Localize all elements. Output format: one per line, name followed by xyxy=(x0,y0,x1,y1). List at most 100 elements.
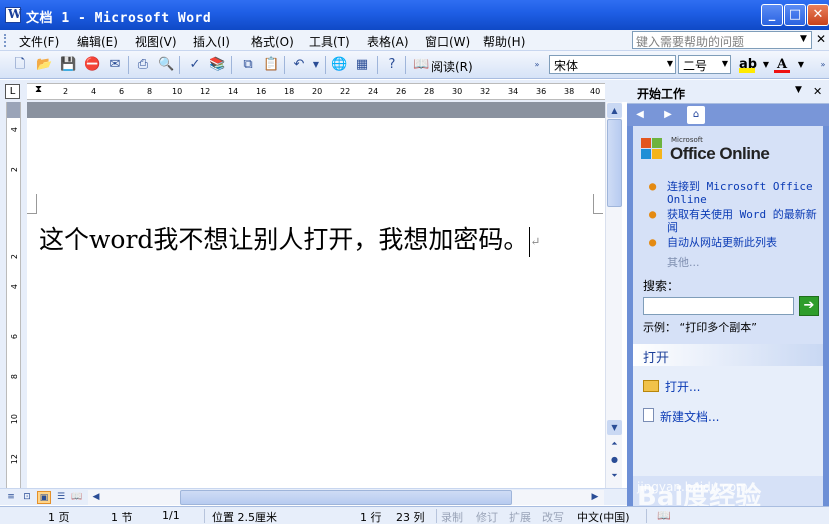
font-size-select[interactable]: 二号 ▼ xyxy=(678,55,731,74)
horizontal-ruler[interactable]: ⧗ 2 4 6 8 10 12 14 16 18 20 22 24 26 28 … xyxy=(27,83,605,100)
link-connect-office-online[interactable]: ● 连接到 Microsoft Office Online xyxy=(643,179,821,207)
outline-view-icon[interactable]: ☰ xyxy=(54,491,68,504)
reading-view-icon[interactable]: 📖 xyxy=(70,491,84,504)
bullet-icon: ● xyxy=(649,235,657,249)
logo-microsoft-text: Microsoft xyxy=(671,136,703,144)
vertical-scroll-thumb[interactable] xyxy=(607,119,622,207)
word-app-icon[interactable] xyxy=(5,7,21,23)
document-close-icon[interactable]: ✕ xyxy=(816,32,826,46)
toolbar-options-icon[interactable]: » xyxy=(529,57,545,73)
back-icon[interactable]: ◀ xyxy=(631,106,649,124)
document-page[interactable]: 这个word我不想让别人打开，我想加密码。 ↵ xyxy=(27,102,605,488)
task-pane: 开始工作 ▼ ✕ ◀ ▶ ⌂ Microsoft Office Online ●… xyxy=(627,80,829,512)
bullet-icon: ● xyxy=(649,179,657,193)
hyperlink-icon[interactable]: 🌐 xyxy=(331,57,347,73)
maximize-button[interactable]: □ xyxy=(784,4,806,26)
status-track-changes[interactable]: 修订 xyxy=(476,509,498,524)
link-text: 获取有关使用 Word 的最新新闻 xyxy=(667,208,817,234)
open-folder-icon[interactable]: 📂 xyxy=(36,57,52,73)
research-icon[interactable]: 📚 xyxy=(209,57,225,73)
print-layout-view-icon[interactable]: ▣ xyxy=(37,491,51,504)
copy-icon[interactable]: ⧉ xyxy=(240,57,256,73)
print-icon[interactable]: ⎙ xyxy=(135,57,151,73)
task-pane-title: 开始工作 xyxy=(637,87,686,101)
normal-view-icon[interactable]: ≡ xyxy=(4,491,18,504)
menu-help[interactable]: 帮助(H) xyxy=(483,33,525,50)
save-icon[interactable]: 💾 xyxy=(60,57,76,73)
minimize-button[interactable]: _ xyxy=(761,4,783,26)
ruler-tick: 14 xyxy=(228,87,239,96)
ruler-tick: 40 xyxy=(590,87,601,96)
scroll-up-icon[interactable]: ▲ xyxy=(607,103,622,118)
tab-selector[interactable]: L xyxy=(5,84,20,99)
toolbar-options-icon[interactable]: » xyxy=(815,57,829,73)
document-text[interactable]: 这个word我不想让别人打开，我想加密码。 ↵ xyxy=(39,220,540,257)
indent-marker-icon[interactable]: ⧗ xyxy=(35,84,42,95)
next-page-icon[interactable]: ⏷ xyxy=(607,468,622,483)
menu-window[interactable]: 窗口(W) xyxy=(425,33,470,50)
task-pane-close-icon[interactable]: ✕ xyxy=(813,85,822,98)
highlight-icon[interactable]: ab xyxy=(739,57,757,73)
ruler-tick: 10 xyxy=(10,414,19,425)
search-go-button[interactable]: ➔ xyxy=(799,296,819,316)
read-mode-button[interactable]: 阅读(R) xyxy=(431,58,473,75)
email-icon[interactable]: ✉ xyxy=(107,57,123,73)
menu-view[interactable]: 视图(V) xyxy=(135,33,177,50)
more-link[interactable]: 其他... xyxy=(667,254,700,270)
print-preview-icon[interactable]: 🔍 xyxy=(158,57,174,73)
status-record[interactable]: 录制 xyxy=(441,509,463,524)
scroll-left-icon[interactable]: ◀ xyxy=(89,491,103,504)
help-icon[interactable]: ? xyxy=(384,57,400,73)
help-question-input[interactable]: 键入需要帮助的问题 xyxy=(632,31,812,49)
open-file-link[interactable]: 打开... xyxy=(643,378,700,395)
undo-dropdown-icon[interactable]: ▼ xyxy=(308,57,324,73)
ruler-tick: 2 xyxy=(63,87,69,96)
vertical-ruler[interactable]: 4 2 2 4 6 8 10 12 xyxy=(6,102,21,488)
select-browse-object-icon[interactable]: ● xyxy=(607,452,622,467)
ruler-tick: 22 xyxy=(340,87,351,96)
help-dropdown-icon[interactable]: ▼ xyxy=(800,34,807,44)
undo-icon[interactable]: ↶ xyxy=(291,57,307,73)
permission-icon[interactable]: ⛔ xyxy=(84,57,100,73)
toolbar-separator xyxy=(405,56,406,74)
status-overtype[interactable]: 改写 xyxy=(542,509,564,524)
home-icon[interactable]: ⌂ xyxy=(687,106,705,124)
scroll-down-icon[interactable]: ▼ xyxy=(607,420,622,435)
menu-table[interactable]: 表格(A) xyxy=(367,33,409,50)
web-view-icon[interactable]: ⊡ xyxy=(20,491,34,504)
forward-icon[interactable]: ▶ xyxy=(659,106,677,124)
task-pane-menu-icon[interactable]: ▼ xyxy=(795,85,802,95)
read-mode-icon[interactable]: 📖 xyxy=(413,57,429,73)
horizontal-scrollbar[interactable]: ◀ ▶ xyxy=(88,490,604,505)
menubar-grip[interactable] xyxy=(4,34,7,47)
scroll-right-icon[interactable]: ▶ xyxy=(588,491,602,504)
font-color-dropdown-icon[interactable]: ▼ xyxy=(793,57,809,73)
status-extend[interactable]: 扩展 xyxy=(509,509,531,524)
menu-file[interactable]: 文件(F) xyxy=(19,33,59,50)
highlight-dropdown-icon[interactable]: ▼ xyxy=(758,57,774,73)
table-icon[interactable]: ▦ xyxy=(354,57,370,73)
ruler-tick: 12 xyxy=(10,454,19,465)
spelling-status-icon[interactable]: 📖 xyxy=(657,509,671,522)
font-color-icon[interactable]: A xyxy=(774,57,790,73)
search-input[interactable] xyxy=(643,297,794,315)
link-latest-news[interactable]: ● 获取有关使用 Word 的最新新闻 xyxy=(643,208,821,235)
horizontal-scroll-thumb[interactable] xyxy=(180,490,512,505)
ruler-tick: 4 xyxy=(10,284,19,290)
menu-edit[interactable]: 编辑(E) xyxy=(77,33,118,50)
previous-page-icon[interactable]: ⏶ xyxy=(607,436,622,451)
menu-tools[interactable]: 工具(T) xyxy=(309,33,350,50)
toolbar-separator xyxy=(179,56,180,74)
menu-insert[interactable]: 插入(I) xyxy=(193,33,230,50)
close-button[interactable]: ✕ xyxy=(807,4,829,26)
font-name-select[interactable]: 宋体 ▼ xyxy=(549,55,676,74)
spelling-icon[interactable]: ✓ xyxy=(187,57,203,73)
new-document-icon[interactable]: 🗋 xyxy=(12,57,28,73)
link-auto-update[interactable]: ● 自动从网站更新此列表 xyxy=(643,235,821,250)
page-top-band xyxy=(27,102,605,118)
paste-icon[interactable]: 📋 xyxy=(263,57,279,73)
status-language[interactable]: 中文(中国) xyxy=(577,509,630,524)
vertical-scrollbar[interactable]: ▲ ▼ ⏶ ● ⏷ xyxy=(605,102,622,488)
new-document-link[interactable]: 新建文档... xyxy=(643,408,719,425)
menu-format[interactable]: 格式(O) xyxy=(251,33,294,50)
